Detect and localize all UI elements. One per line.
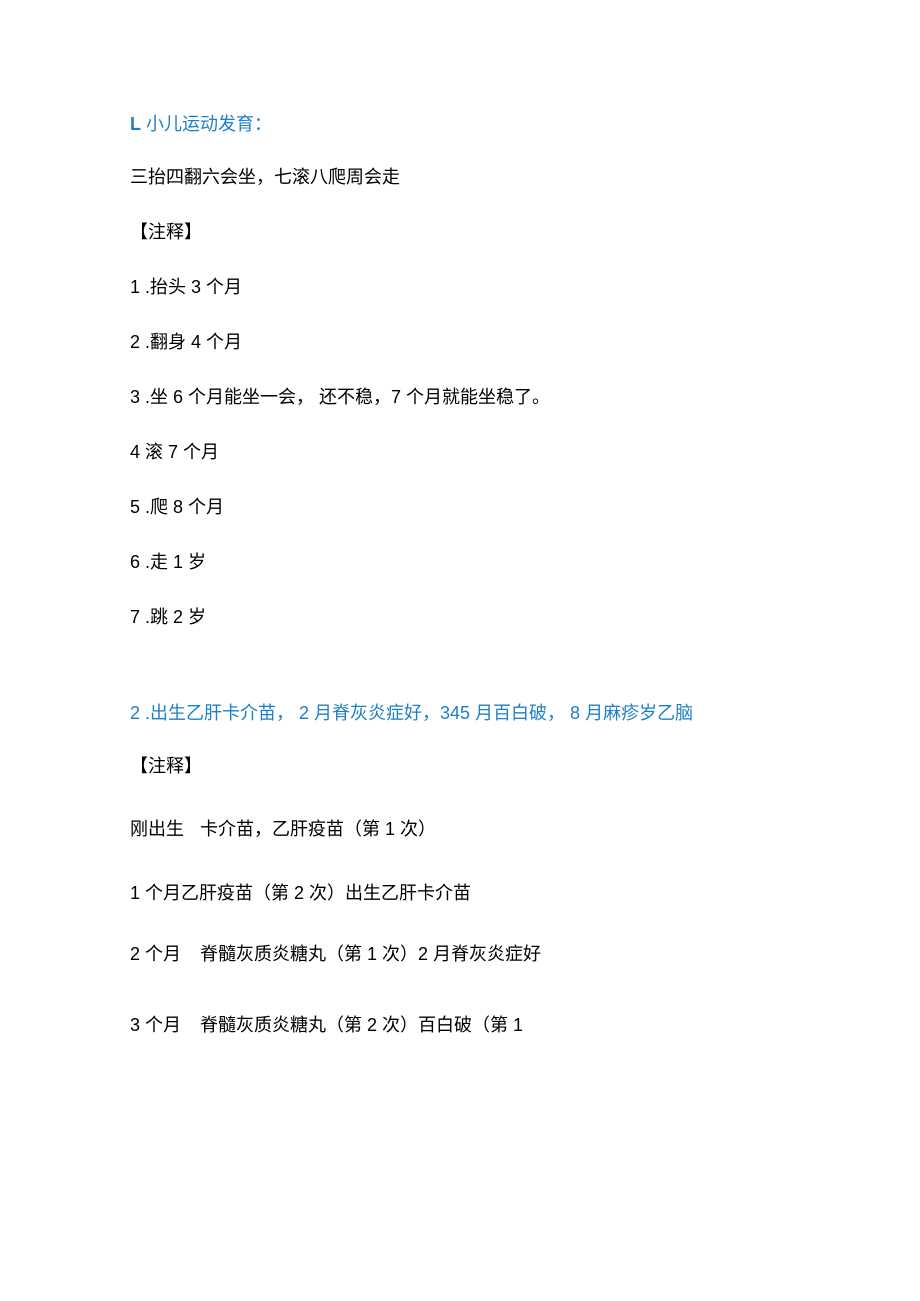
section2-table: 刚出生 卡介苗，乙肝疫苗（第 1 次） 1 个月乙肝疫苗（第 2 次）出生乙肝卡… <box>130 808 790 1048</box>
section1-item-6: 6 .走 1 岁 <box>130 549 790 576</box>
section2-heading: 2 .出生乙肝卡介苗， 2 月脊灰炎症好，345 月百白破， 8 月麻疹岁乙脑 <box>130 699 790 725</box>
section1-item-1: 1 .抬头 3 个月 <box>130 274 790 301</box>
table-cell-right: 脊髓灰质炎糖丸（第 2 次）百白破（第 1 <box>200 1006 523 1046</box>
section1-heading-lead: L <box>130 114 141 134</box>
section1-item-4: 4 滚 7 个月 <box>130 439 790 466</box>
document-page: L 小儿运动发育： 三抬四翻六会坐，七滚八爬周会走 【注释】 1 .抬头 3 个… <box>0 0 920 1108</box>
section1-item-7: 7 .跳 2 岁 <box>130 604 790 631</box>
section2-note-label: 【注释】 <box>130 753 790 780</box>
table-cell-right: 脊髓灰质炎糖丸（第 1 次）2 月脊灰炎症好 <box>200 935 541 975</box>
section1-note-label: 【注释】 <box>130 219 790 246</box>
table-row: 2 个月 脊髓灰质炎糖丸（第 1 次）2 月脊灰炎症好 <box>130 933 790 976</box>
section1-heading: L 小儿运动发育： <box>130 110 790 136</box>
section1-mnemonic: 三抬四翻六会坐，七滚八爬周会走 <box>130 164 790 191</box>
table-cell-left: 刚出生 <box>130 808 200 851</box>
table-cell-full: 1 个月乙肝疫苗（第 2 次）出生乙肝卡介苗 <box>130 879 471 905</box>
table-cell-left: 2 个月 <box>130 933 200 976</box>
section1-item-5: 5 .爬 8 个月 <box>130 494 790 521</box>
table-row: 3 个月 脊髓灰质炎糖丸（第 2 次）百白破（第 1 <box>130 1004 790 1047</box>
section1-item-2: 2 .翻身 4 个月 <box>130 329 790 356</box>
table-cell-left: 3 个月 <box>130 1004 200 1047</box>
table-row: 1 个月乙肝疫苗（第 2 次）出生乙肝卡介苗 <box>130 879 790 905</box>
table-row: 刚出生 卡介苗，乙肝疫苗（第 1 次） <box>130 808 790 851</box>
section1-heading-rest: 小儿运动发育： <box>141 114 272 134</box>
section1-item-3: 3 .坐 6 个月能坐一会， 还不稳，7 个月就能坐稳了。 <box>130 384 790 411</box>
table-cell-right: 卡介苗，乙肝疫苗（第 1 次） <box>200 810 436 850</box>
